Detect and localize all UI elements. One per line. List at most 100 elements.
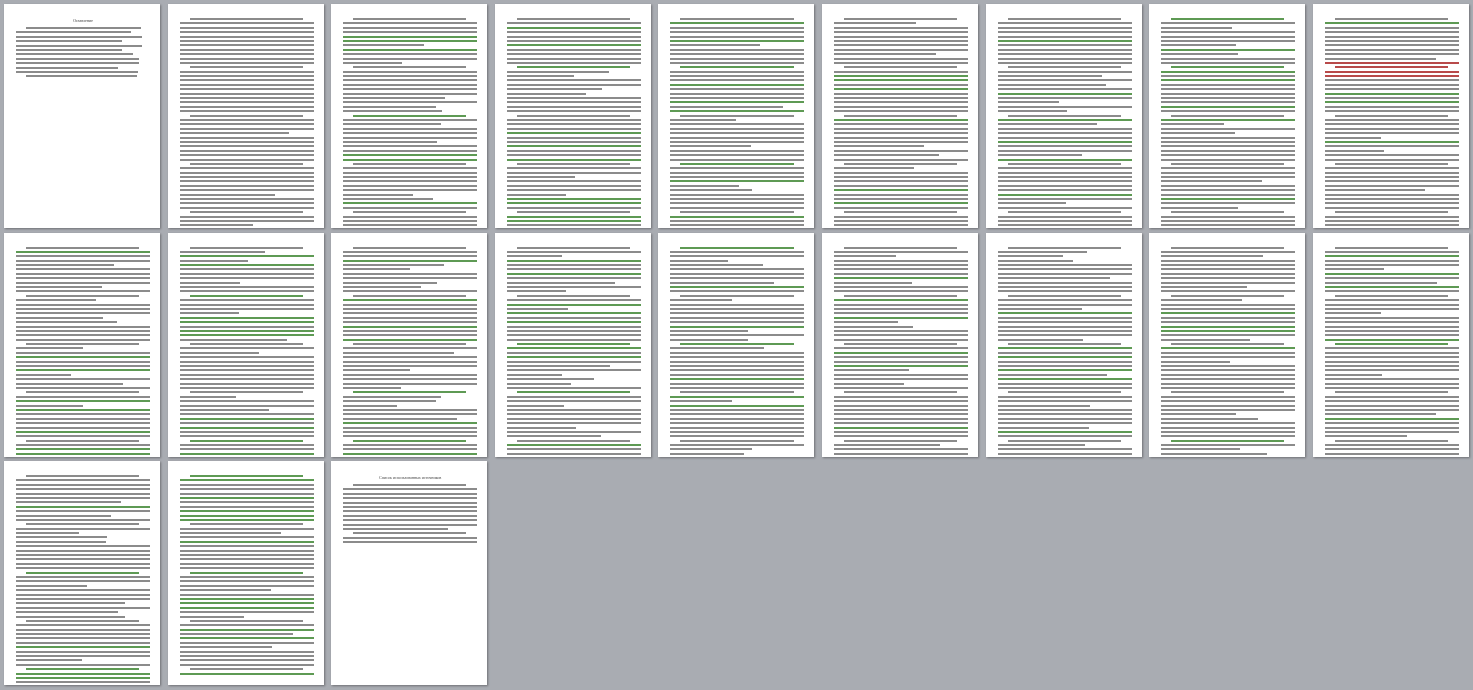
text-line xyxy=(506,206,641,209)
text-line xyxy=(1324,303,1459,306)
text-line xyxy=(1324,219,1459,222)
text-line xyxy=(506,57,641,60)
text-line xyxy=(834,400,968,403)
text-line xyxy=(1324,290,1459,293)
text-line xyxy=(1324,22,1459,25)
text-line xyxy=(670,35,805,38)
text-line xyxy=(1007,114,1121,117)
text-line xyxy=(1161,83,1296,86)
text-line xyxy=(834,118,968,121)
text-line xyxy=(16,62,140,65)
document-page-thumbnail[interactable] xyxy=(494,232,651,457)
document-page-thumbnail[interactable] xyxy=(658,232,815,457)
text-line xyxy=(516,18,631,20)
text-line xyxy=(189,18,303,20)
text-line xyxy=(343,44,424,47)
document-page-thumbnail[interactable] xyxy=(494,4,651,228)
text-line xyxy=(16,593,150,596)
text-line xyxy=(834,35,968,38)
document-page-thumbnail[interactable] xyxy=(167,461,324,685)
text-line xyxy=(343,97,446,100)
text-line xyxy=(26,668,140,671)
document-page-thumbnail[interactable] xyxy=(985,232,1142,457)
text-line xyxy=(1324,224,1459,227)
text-line xyxy=(343,290,478,293)
text-line xyxy=(670,145,751,148)
text-line xyxy=(834,426,968,429)
text-line xyxy=(16,584,88,587)
text-line xyxy=(1161,369,1296,372)
text-line xyxy=(844,439,958,442)
text-line xyxy=(506,347,641,350)
text-line xyxy=(1161,365,1296,368)
text-line xyxy=(1161,31,1296,34)
text-line xyxy=(1161,290,1296,293)
document-page-thumbnail[interactable] xyxy=(331,232,488,457)
text-line xyxy=(26,439,140,442)
document-page-thumbnail[interactable] xyxy=(167,4,324,228)
document-page-thumbnail[interactable] xyxy=(331,4,488,228)
text-line xyxy=(1161,435,1296,438)
text-line xyxy=(343,22,478,25)
text-line xyxy=(997,413,1132,416)
text-line xyxy=(343,497,478,500)
text-line xyxy=(670,184,739,187)
text-line xyxy=(670,189,753,192)
text-line xyxy=(997,53,1132,56)
text-line xyxy=(680,114,794,117)
text-line xyxy=(670,105,783,108)
text-line xyxy=(179,672,314,675)
text-line xyxy=(997,272,1132,275)
text-line xyxy=(670,132,805,135)
text-line xyxy=(16,338,150,341)
text-line xyxy=(1324,149,1384,152)
text-line xyxy=(506,180,641,183)
document-page-thumbnail[interactable] xyxy=(4,461,160,685)
text-line xyxy=(1324,272,1459,275)
document-page-thumbnail[interactable] xyxy=(1312,232,1469,457)
text-line xyxy=(353,343,467,346)
document-page-thumbnail[interactable] xyxy=(822,4,978,228)
text-line xyxy=(16,633,150,636)
document-page-thumbnail[interactable] xyxy=(1149,4,1306,228)
text-line xyxy=(506,435,601,438)
text-line xyxy=(506,338,641,341)
text-line xyxy=(1161,356,1296,359)
text-line xyxy=(1324,35,1459,38)
document-page-thumbnail[interactable] xyxy=(167,232,324,457)
text-line xyxy=(343,132,478,135)
text-line xyxy=(834,316,968,319)
document-page-thumbnail[interactable] xyxy=(1149,232,1306,457)
text-line xyxy=(1324,53,1459,56)
text-line xyxy=(997,31,1132,34)
text-line xyxy=(1007,343,1121,346)
text-line xyxy=(16,277,150,280)
document-page-thumbnail[interactable] xyxy=(1312,4,1469,228)
document-page-thumbnail[interactable]: Оглавление xyxy=(4,4,160,228)
document-page-thumbnail[interactable] xyxy=(822,232,978,457)
text-line xyxy=(844,343,958,346)
text-line xyxy=(179,206,314,209)
text-line xyxy=(680,18,794,20)
text-line xyxy=(16,373,71,376)
text-line xyxy=(343,88,478,91)
text-line xyxy=(834,206,968,209)
text-line xyxy=(997,378,1132,381)
text-line xyxy=(179,382,314,385)
text-line xyxy=(834,268,968,271)
document-page-thumbnail[interactable] xyxy=(658,4,815,228)
text-line xyxy=(16,360,150,363)
document-page-thumbnail[interactable]: Список использованных источников xyxy=(331,461,488,685)
text-line xyxy=(16,272,150,275)
page-thumbnail-grid: Оглавление Список использованных источник… xyxy=(4,4,1469,686)
text-line xyxy=(506,44,641,47)
text-line xyxy=(1171,439,1285,442)
document-page-thumbnail[interactable] xyxy=(985,4,1142,228)
text-line xyxy=(516,439,631,442)
text-line xyxy=(670,422,805,425)
text-line xyxy=(16,404,83,407)
text-line xyxy=(179,250,266,253)
text-line xyxy=(997,417,1132,420)
text-line xyxy=(997,48,1132,51)
document-page-thumbnail[interactable] xyxy=(4,232,160,457)
